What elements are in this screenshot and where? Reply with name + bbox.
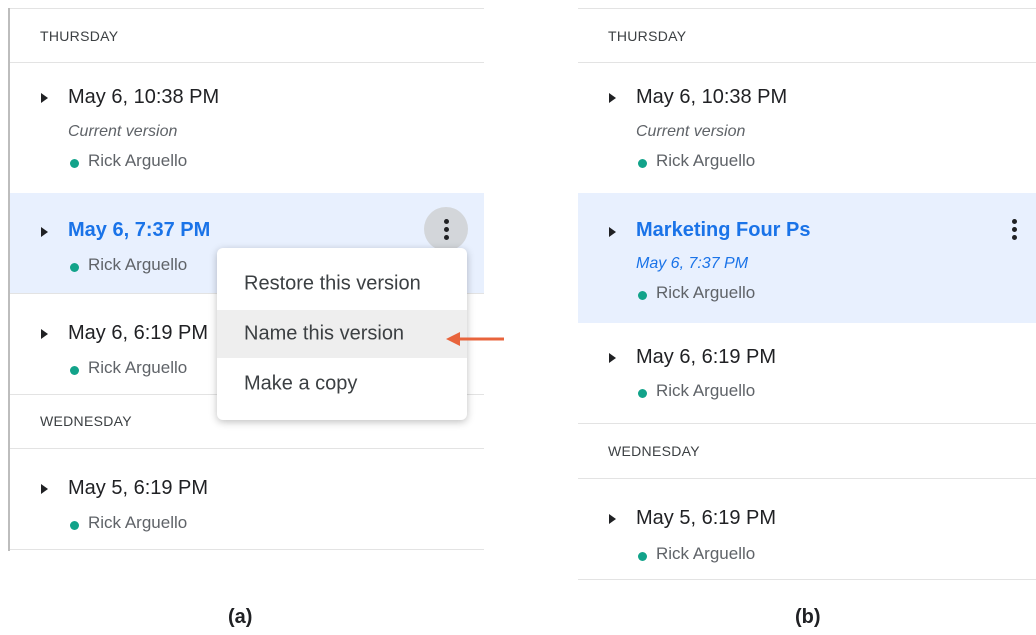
version-title: May 6, 6:19 PM: [68, 322, 209, 344]
version-author: Rick Arguello: [88, 358, 188, 377]
version-title: May 6, 10:38 PM: [68, 86, 220, 108]
day-header-thursday: THURSDAY: [608, 28, 687, 44]
author-dot-icon: [638, 389, 647, 398]
version-author: Rick Arguello: [656, 544, 756, 563]
version-title: May 6, 6:19 PM: [636, 346, 777, 368]
version-entry-selected[interactable]: Marketing Four Ps May 6, 7:37 PM Rick Ar…: [578, 193, 1036, 323]
version-author: Rick Arguello: [88, 513, 188, 532]
version-author: Rick Arguello: [656, 283, 756, 302]
more-vert-icon[interactable]: [992, 207, 1036, 251]
menu-item-restore[interactable]: Restore this version: [217, 260, 467, 308]
day-header-wednesday: WEDNESDAY: [40, 413, 132, 429]
version-entry[interactable]: May 6, 10:38 PM Current version Rick Arg…: [10, 63, 484, 193]
menu-item-make-copy[interactable]: Make a copy: [217, 360, 467, 408]
divider: [10, 549, 484, 550]
version-author: Rick Arguello: [88, 255, 188, 274]
author-dot-icon: [70, 159, 79, 168]
version-entry[interactable]: May 5, 6:19 PM Rick Arguello: [578, 479, 1036, 579]
more-vert-icon[interactable]: [424, 207, 468, 251]
version-entry[interactable]: May 6, 10:38 PM Current version Rick Arg…: [578, 63, 1036, 193]
expand-triangle-icon[interactable]: [609, 93, 616, 103]
version-entry[interactable]: May 5, 6:19 PM Rick Arguello: [10, 449, 484, 549]
expand-triangle-icon[interactable]: [609, 514, 616, 524]
arrow-left-icon: [446, 332, 504, 346]
day-header-thursday: THURSDAY: [40, 28, 119, 44]
divider: [578, 579, 1036, 580]
caption-b: (b): [795, 606, 821, 628]
menu-item-name-version[interactable]: Name this version: [217, 310, 467, 358]
divider: [10, 8, 484, 9]
version-subtitle: Current version: [68, 123, 178, 140]
caption-a: (a): [228, 606, 253, 628]
author-dot-icon: [70, 263, 79, 272]
expand-triangle-icon[interactable]: [609, 353, 616, 363]
author-dot-icon: [70, 521, 79, 530]
divider: [578, 8, 1036, 9]
version-subtitle: Current version: [636, 123, 746, 140]
author-dot-icon: [638, 552, 647, 561]
version-title: May 6, 7:37 PM: [68, 219, 211, 241]
expand-triangle-icon[interactable]: [609, 227, 616, 237]
version-context-menu: Restore this version Name this version M…: [217, 248, 467, 420]
version-subtitle: May 6, 7:37 PM: [636, 255, 749, 272]
divider: [578, 423, 1036, 424]
version-author: Rick Arguello: [656, 151, 756, 170]
expand-triangle-icon[interactable]: [41, 329, 48, 339]
version-title: May 5, 6:19 PM: [68, 477, 209, 499]
expand-triangle-icon[interactable]: [41, 93, 48, 103]
version-title: May 6, 10:38 PM: [636, 86, 788, 108]
expand-triangle-icon[interactable]: [41, 484, 48, 494]
menu-item-label: Restore this version: [244, 272, 421, 295]
version-title: Marketing Four Ps: [636, 219, 811, 241]
author-dot-icon: [638, 291, 647, 300]
author-dot-icon: [70, 366, 79, 375]
menu-item-label: Name this version: [244, 322, 405, 345]
version-author: Rick Arguello: [656, 381, 756, 400]
version-author: Rick Arguello: [88, 151, 188, 170]
author-dot-icon: [638, 159, 647, 168]
day-header-wednesday: WEDNESDAY: [608, 443, 700, 459]
version-history-panel-b: THURSDAY May 6, 10:38 PM Current version…: [578, 8, 1036, 581]
expand-triangle-icon[interactable]: [41, 227, 48, 237]
menu-item-label: Make a copy: [244, 372, 358, 395]
version-title: May 5, 6:19 PM: [636, 507, 777, 529]
version-entry[interactable]: May 6, 6:19 PM Rick Arguello: [578, 323, 1036, 423]
